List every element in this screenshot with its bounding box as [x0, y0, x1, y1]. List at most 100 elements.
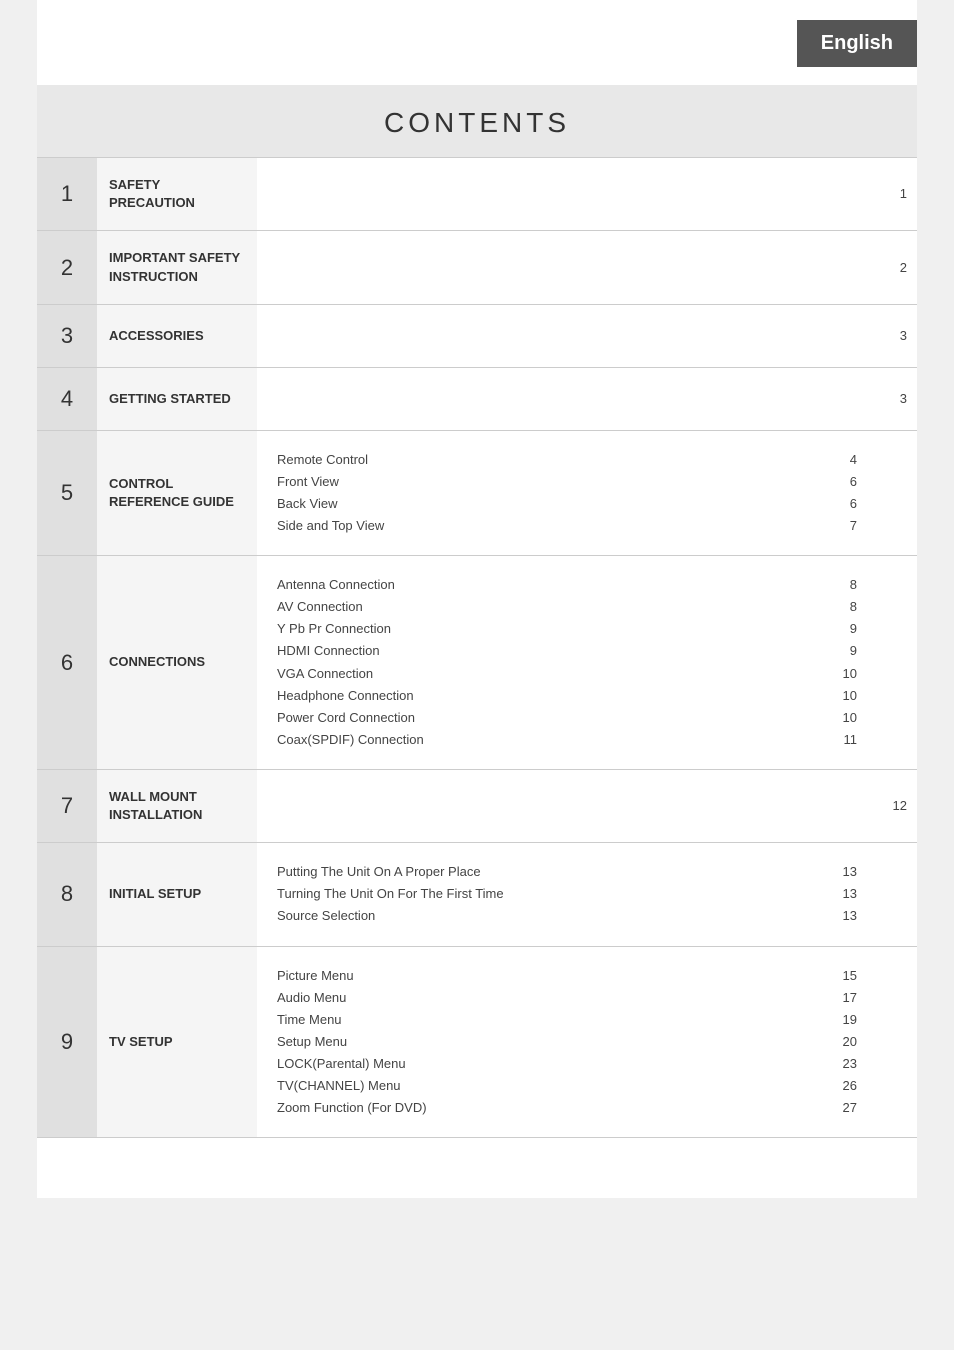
toc-row: 7WALL MOUNT INSTALLATION12 — [37, 769, 917, 842]
toc-sub-item: VGA Connection — [277, 663, 823, 685]
toc-sub-item: Picture Menu — [277, 965, 823, 987]
toc-page-empty — [877, 843, 917, 945]
toc-sub-page: 11 — [833, 729, 857, 751]
toc-num-cell: 4 — [37, 368, 97, 430]
toc-title-cell: CONNECTIONS — [97, 556, 257, 769]
toc-title-cell: WALL MOUNT INSTALLATION — [97, 770, 257, 842]
toc-content-cell: Antenna ConnectionAV ConnectionY Pb Pr C… — [257, 556, 877, 769]
toc-title-cell: ACCESSORIES — [97, 305, 257, 367]
toc-sub-item: Front View — [277, 471, 823, 493]
toc-num-cell: 5 — [37, 431, 97, 555]
toc-sub-page: 13 — [833, 861, 857, 883]
toc-page-empty — [877, 431, 917, 555]
toc-sub-page: 6 — [833, 493, 857, 515]
toc-sub-item: AV Connection — [277, 596, 823, 618]
toc-sub-item: Coax(SPDIF) Connection — [277, 729, 823, 751]
toc-sub-item: Antenna Connection — [277, 574, 823, 596]
toc-sub-page: 9 — [833, 640, 857, 662]
toc-content-cell: Picture MenuAudio MenuTime MenuSetup Men… — [257, 947, 877, 1138]
toc-sub-items: Remote ControlFront ViewBack ViewSide an… — [277, 449, 823, 537]
toc-row: 5CONTROL REFERENCE GUIDERemote ControlFr… — [37, 430, 917, 555]
toc-sub-page: 17 — [833, 987, 857, 1009]
toc-sub-item: Audio Menu — [277, 987, 823, 1009]
page: English CONTENTS 1SAFETY PRECAUTION12IMP… — [37, 0, 917, 1198]
toc-num-cell: 3 — [37, 305, 97, 367]
toc-row: 6CONNECTIONSAntenna ConnectionAV Connect… — [37, 555, 917, 769]
toc-num-cell: 8 — [37, 843, 97, 945]
toc-sub-page: 4 — [833, 449, 857, 471]
toc-sub-page: 13 — [833, 883, 857, 905]
toc-sub-item: Y Pb Pr Connection — [277, 618, 823, 640]
toc-row: 4GETTING STARTED 3 — [37, 367, 917, 430]
toc-sub-item: HDMI Connection — [277, 640, 823, 662]
toc-num-cell: 7 — [37, 770, 97, 842]
toc-page-cell: 3 — [877, 368, 917, 430]
toc-sub-item: Side and Top View — [277, 515, 823, 537]
toc-sub-page: 8 — [833, 574, 857, 596]
toc-sub-page: 9 — [833, 618, 857, 640]
toc-sub-item: Zoom Function (For DVD) — [277, 1097, 823, 1119]
toc-sub-item: LOCK(Parental) Menu — [277, 1053, 823, 1075]
toc-sub-page: 8 — [833, 596, 857, 618]
toc-title-cell: GETTING STARTED — [97, 368, 257, 430]
toc-title-cell: CONTROL REFERENCE GUIDE — [97, 431, 257, 555]
toc-content-cell: Remote ControlFront ViewBack ViewSide an… — [257, 431, 877, 555]
toc-sub-pages: 889910101011 — [833, 574, 857, 751]
toc-sub-item: Remote Control — [277, 449, 823, 471]
toc-row: 8INITIAL SETUP Putting The Unit On A Prop… — [37, 842, 917, 945]
toc-page-cell: 1 — [877, 158, 917, 230]
toc-sub-item: Turning The Unit On For The First Time — [277, 883, 823, 905]
toc-page-cell: 2 — [877, 231, 917, 303]
toc-sub-page: 7 — [833, 515, 857, 537]
toc-sub-pages: 131313 — [833, 861, 857, 927]
toc-title-cell: TV SETUP — [97, 947, 257, 1138]
contents-header: CONTENTS — [37, 85, 917, 157]
toc-container: 1SAFETY PRECAUTION12IMPORTANT SAFETY INS… — [37, 157, 917, 1138]
toc-num-cell: 9 — [37, 947, 97, 1138]
toc-sub-item: Back View — [277, 493, 823, 515]
toc-sub-page: 13 — [833, 905, 857, 927]
toc-title-cell: INITIAL SETUP — [97, 843, 257, 945]
toc-sub-page: 10 — [833, 707, 857, 729]
toc-num-cell: 1 — [37, 158, 97, 230]
toc-content-cell — [257, 231, 877, 303]
toc-sub-item: TV(CHANNEL) Menu — [277, 1075, 823, 1097]
toc-title-cell: SAFETY PRECAUTION — [97, 158, 257, 230]
toc-sub-page: 20 — [833, 1031, 857, 1053]
toc-sub-item: Setup Menu — [277, 1031, 823, 1053]
toc-row: 3ACCESSORIES3 — [37, 304, 917, 367]
toc-content-cell — [257, 305, 877, 367]
toc-sub-page: 19 — [833, 1009, 857, 1031]
toc-sub-page: 10 — [833, 685, 857, 707]
contents-title: CONTENTS — [37, 107, 917, 139]
toc-sub-page: 27 — [833, 1097, 857, 1119]
toc-sub-item: Putting The Unit On A Proper Place — [277, 861, 823, 883]
toc-content-cell — [257, 770, 877, 842]
toc-num-cell: 6 — [37, 556, 97, 769]
toc-sub-page: 10 — [833, 663, 857, 685]
toc-title-cell: IMPORTANT SAFETY INSTRUCTION — [97, 231, 257, 303]
toc-page-cell: 3 — [877, 305, 917, 367]
toc-sub-item: Power Cord Connection — [277, 707, 823, 729]
toc-page-empty — [877, 947, 917, 1138]
toc-sub-pages: 15171920232627 — [833, 965, 857, 1120]
toc-sub-page: 26 — [833, 1075, 857, 1097]
toc-content-cell — [257, 158, 877, 230]
toc-num-cell: 2 — [37, 231, 97, 303]
english-tag: English — [37, 0, 917, 67]
toc-row: 2IMPORTANT SAFETY INSTRUCTION2 — [37, 230, 917, 303]
toc-sub-item: Source Selection — [277, 905, 823, 927]
toc-row: 9TV SETUPPicture MenuAudio MenuTime Menu… — [37, 946, 917, 1139]
toc-page-empty — [877, 556, 917, 769]
toc-sub-item: Headphone Connection — [277, 685, 823, 707]
toc-sub-page: 23 — [833, 1053, 857, 1075]
toc-row: 1SAFETY PRECAUTION1 — [37, 157, 917, 230]
english-label: English — [797, 20, 917, 67]
toc-sub-pages: 4667 — [833, 449, 857, 537]
toc-sub-items: Picture MenuAudio MenuTime MenuSetup Men… — [277, 965, 823, 1120]
toc-sub-items: Antenna ConnectionAV ConnectionY Pb Pr C… — [277, 574, 823, 751]
toc-content-cell — [257, 368, 877, 430]
toc-sub-page: 15 — [833, 965, 857, 987]
toc-content-cell: Putting The Unit On A Proper PlaceTurnin… — [257, 843, 877, 945]
toc-sub-items: Putting The Unit On A Proper PlaceTurnin… — [277, 861, 823, 927]
